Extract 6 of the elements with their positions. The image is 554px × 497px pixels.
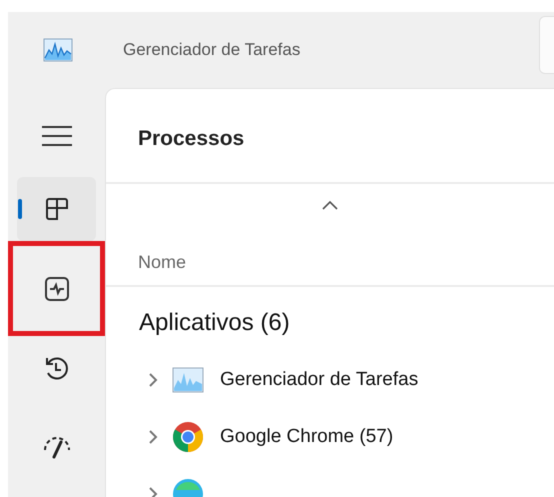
process-name: Google Chrome (57) — [220, 426, 394, 448]
process-name: Gerenciador de Tarefas — [220, 368, 418, 390]
page-title: Processos — [137, 126, 246, 152]
column-header[interactable]: Nome — [106, 210, 554, 285]
window-title: Gerenciador de Tarefas — [123, 40, 300, 60]
group-heading: Aplicativos (6) — [138, 308, 291, 338]
